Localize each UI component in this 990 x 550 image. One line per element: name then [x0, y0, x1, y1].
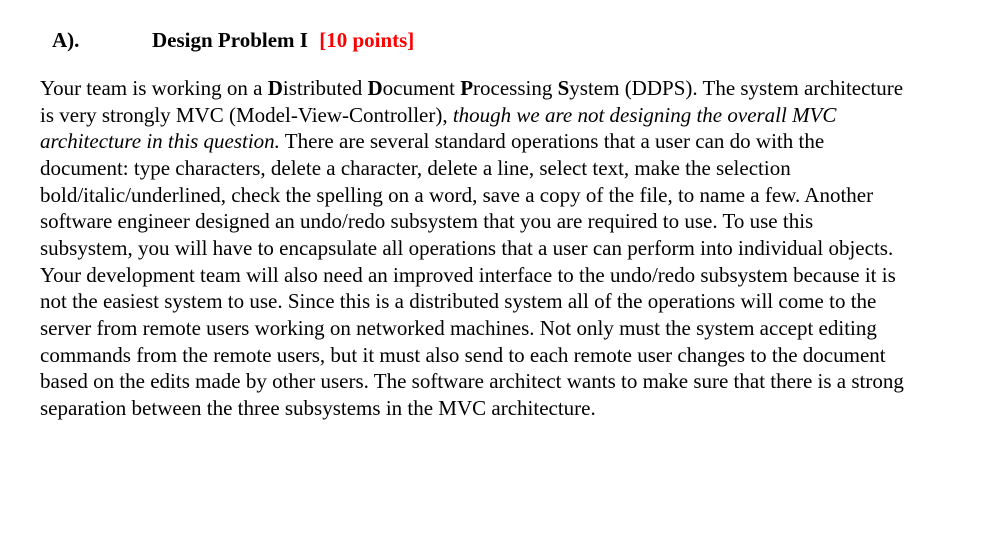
- body-seg08: S: [558, 76, 570, 100]
- body-seg03: istributed: [283, 76, 368, 100]
- section-label: A).: [52, 28, 112, 53]
- section-title-wrap: Design Problem I [10 points]: [152, 28, 414, 53]
- body-seg11: There are several standard operations th…: [40, 129, 904, 420]
- body-seg04: D: [367, 76, 382, 100]
- body-seg01: Your team is working on a: [40, 76, 268, 100]
- section-points: [10 points]: [319, 28, 414, 52]
- body-seg06: P: [460, 76, 473, 100]
- body-seg07: rocessing: [473, 76, 558, 100]
- problem-body: Your team is working on a Distributed Do…: [40, 75, 910, 422]
- body-seg02: D: [268, 76, 283, 100]
- section-heading: A). Design Problem I [10 points]: [52, 28, 950, 53]
- section-title: Design Problem I: [152, 28, 308, 52]
- body-seg05: ocument: [383, 76, 461, 100]
- document-page: A). Design Problem I [10 points] Your te…: [0, 0, 990, 550]
